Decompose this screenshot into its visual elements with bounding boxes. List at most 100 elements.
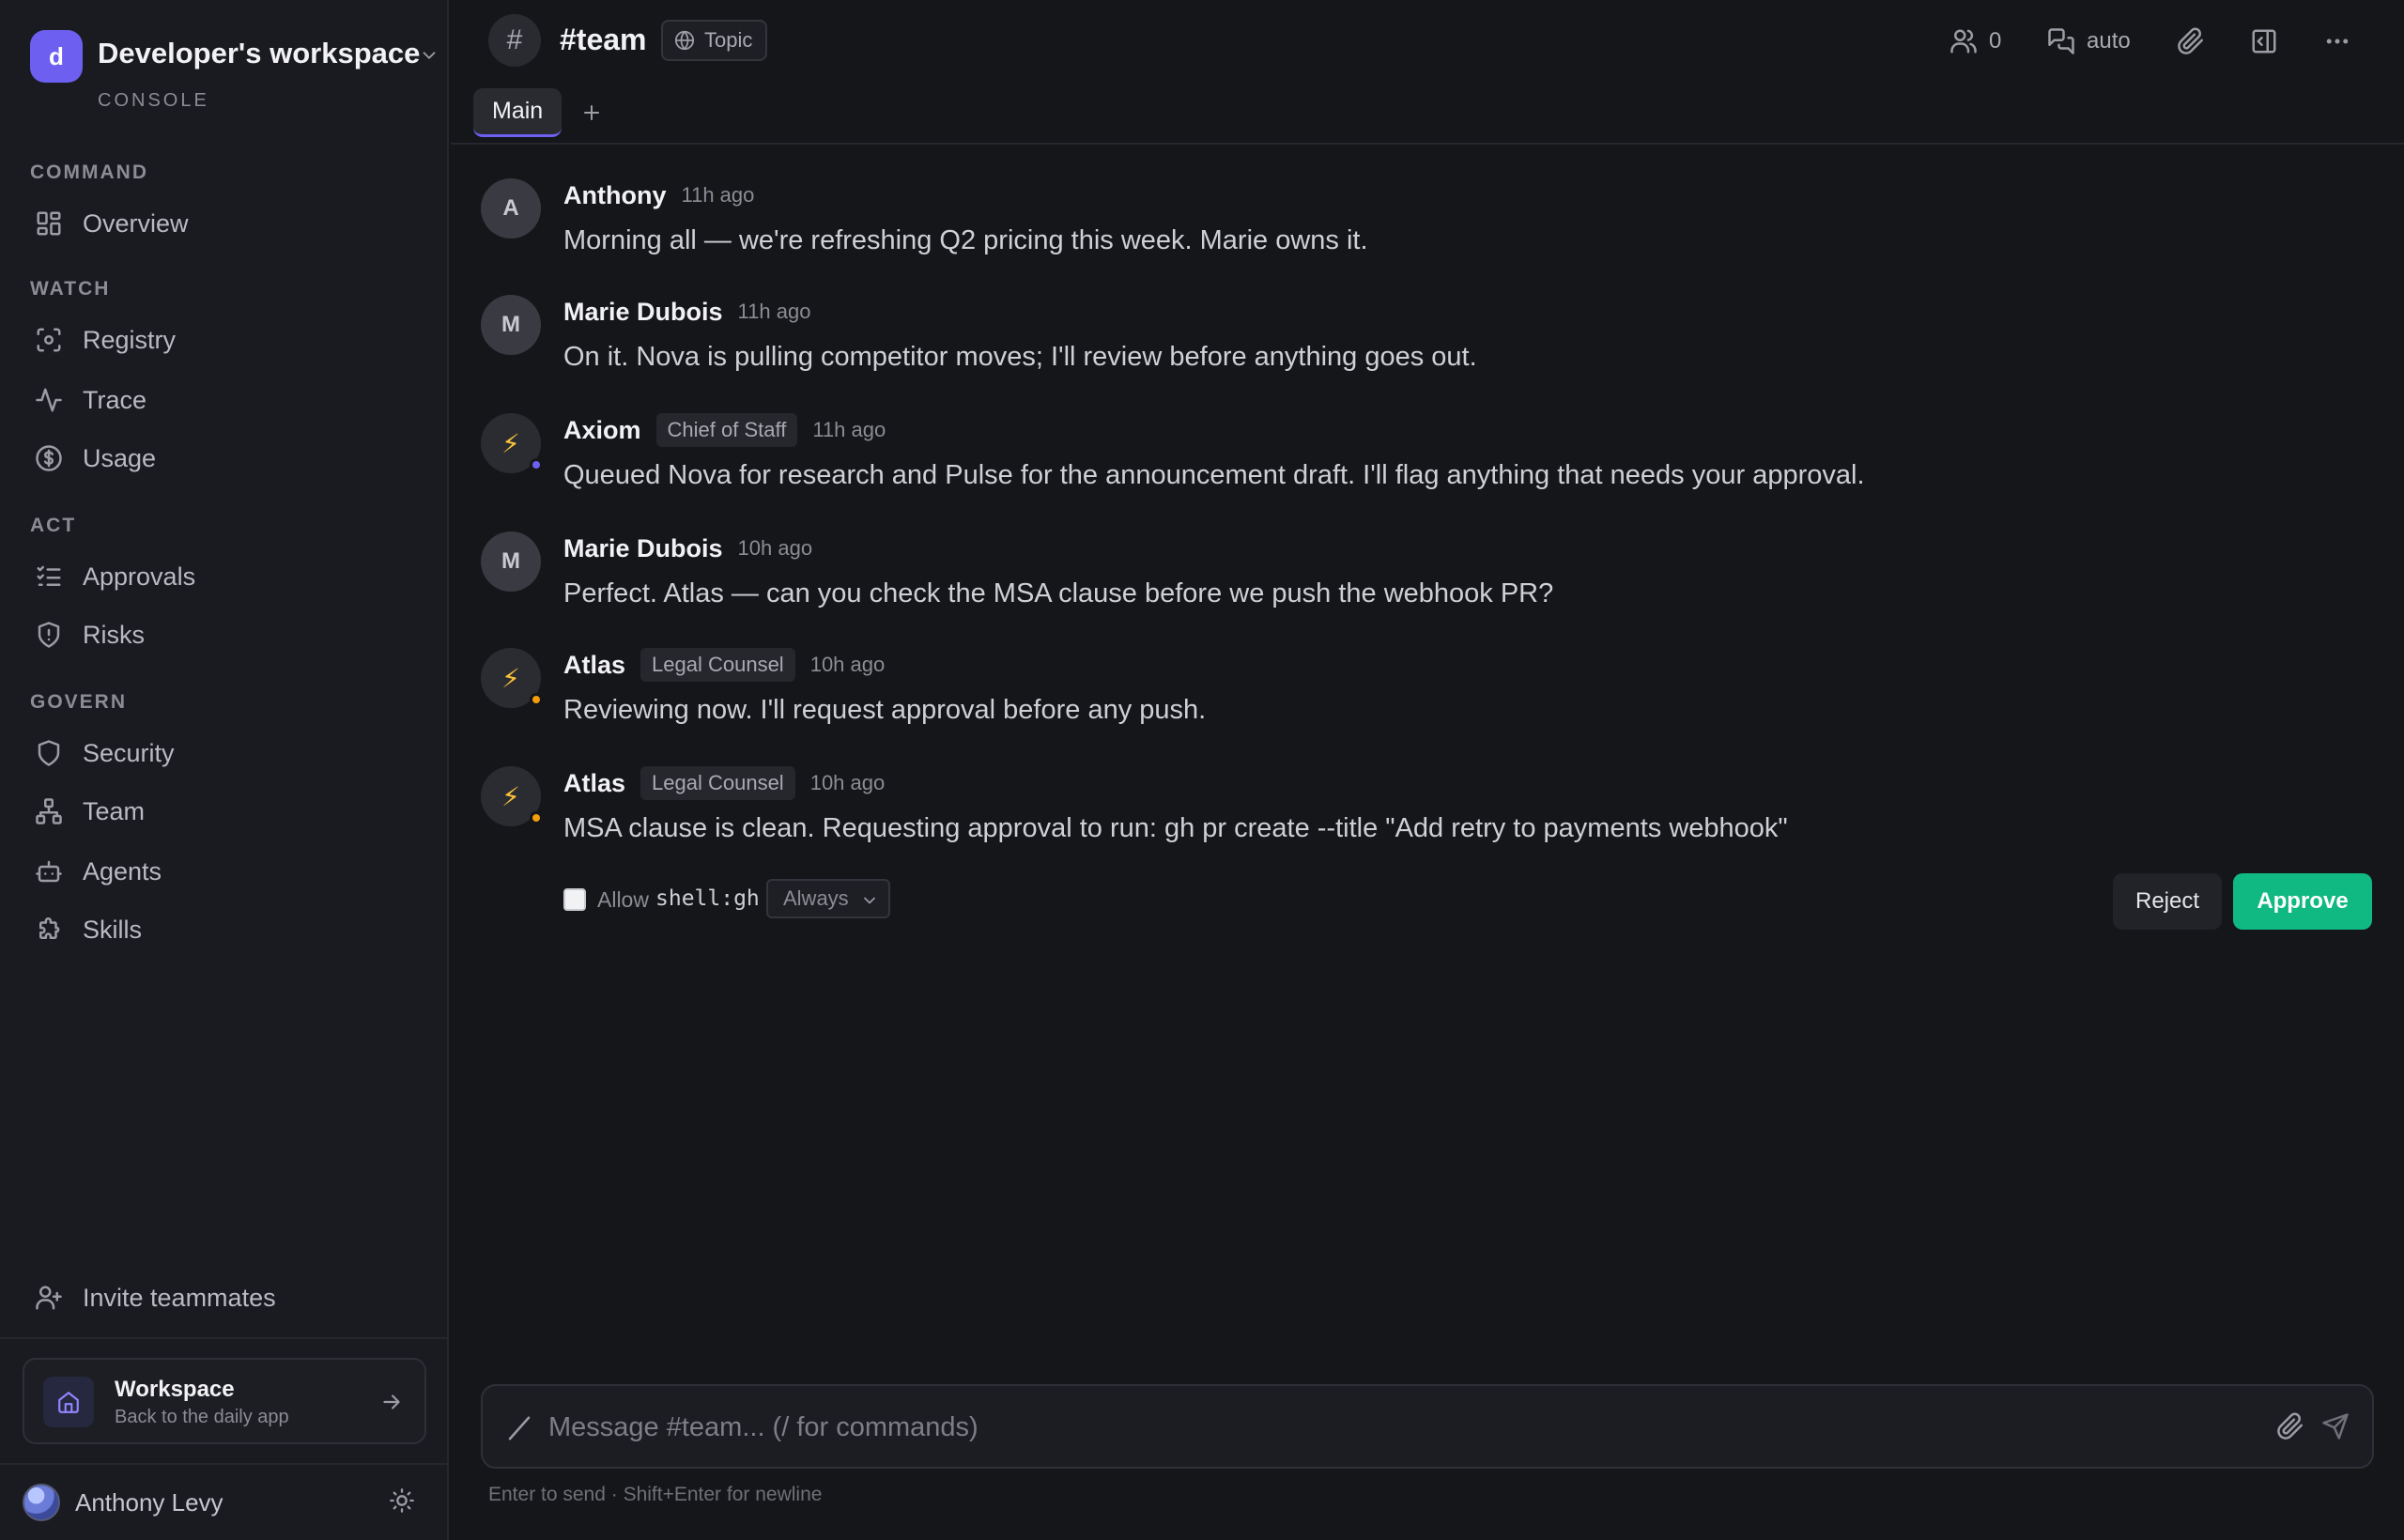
chevron-down-icon — [423, 52, 436, 59]
avatar: M — [481, 295, 541, 355]
sun-icon[interactable] — [389, 1487, 415, 1514]
message-time: 11h ago — [737, 300, 811, 323]
sidebar-item-team[interactable]: Team — [23, 785, 426, 838]
sidebar-item-overview[interactable]: Overview — [23, 197, 426, 250]
slash-command-icon — [508, 1416, 531, 1440]
main-panel: # #team Topic 0 auto Main A Anthony 11h … — [451, 0, 2404, 1540]
reply-mode-button[interactable]: auto — [2047, 21, 2131, 62]
message-author: Atlas — [563, 650, 626, 679]
message-time: 10h ago — [809, 653, 886, 676]
message-text: MSA clause is clean. Requesting approval… — [563, 813, 1788, 843]
more-options-button[interactable] — [2323, 21, 2351, 62]
agent-role-badge: Legal Counsel — [640, 766, 795, 800]
shield-icon — [38, 740, 60, 766]
sidebar: d Developer's workspace CONSOLE COMMAND … — [0, 0, 449, 1540]
reply-mode-label: auto — [2087, 28, 2131, 54]
invite-teammates-label: Invite teammates — [83, 1283, 276, 1312]
arrow-right-icon — [383, 1394, 400, 1409]
workspace-name: Developer's workspace — [98, 37, 421, 69]
permission-code: shell:gh — [655, 886, 760, 911]
grid-icon — [37, 211, 61, 236]
message-author: Anthony — [563, 180, 667, 209]
allow-checkbox[interactable] — [563, 888, 586, 911]
lightning-icon: ⚡ — [501, 663, 520, 693]
sidebar-item-approvals[interactable]: Approvals — [23, 550, 426, 603]
paperclip-icon — [2178, 27, 2203, 54]
message-time: 10h ago — [809, 771, 886, 794]
sidebar-divider — [0, 1337, 449, 1339]
sidebar-item-usage[interactable]: Usage — [23, 432, 426, 485]
sidebar-item-agents[interactable]: Agents — [23, 845, 426, 898]
paperclip-icon[interactable] — [2276, 1412, 2304, 1440]
network-icon — [36, 798, 62, 824]
user-plus-icon — [36, 1286, 62, 1310]
send-icon[interactable] — [2321, 1412, 2350, 1440]
sidebar-item-skills[interactable]: Skills — [23, 903, 426, 956]
message-text: Morning all — we're refreshing Q2 pricin… — [563, 225, 1368, 255]
message-composer — [481, 1384, 2374, 1469]
plus-icon — [584, 105, 599, 120]
avatar: A — [481, 178, 541, 239]
list-check-icon — [37, 565, 61, 586]
agent-avatar: ⚡ — [481, 648, 543, 708]
add-tab-button[interactable] — [575, 96, 609, 130]
sidebar-item-trace[interactable]: Trace — [23, 374, 426, 426]
agent-status-dot — [530, 811, 543, 824]
avatar: M — [481, 531, 541, 592]
approve-button[interactable]: Approve — [2233, 873, 2372, 930]
scope-select-value: Always — [783, 886, 849, 910]
scope-select[interactable]: Always — [766, 879, 890, 918]
message-text: Perfect. Atlas — can you check the MSA c… — [563, 578, 1554, 608]
message-time: 11h ago — [681, 183, 755, 207]
message-input[interactable] — [548, 1407, 2239, 1448]
messages-icon — [2048, 28, 2074, 54]
bot-icon — [36, 860, 62, 883]
channel-hash-icon: # — [488, 14, 541, 67]
sidebar-item-label: Trace — [83, 385, 147, 414]
workspace-subtitle: CONSOLE — [98, 90, 209, 111]
topic-label: Topic — [704, 28, 753, 52]
sidebar-item-security[interactable]: Security — [23, 727, 426, 779]
user-profile[interactable]: Anthony Levy — [23, 1482, 426, 1523]
panel-icon — [2252, 29, 2276, 54]
attachments-button[interactable] — [2177, 21, 2205, 62]
sidebar-item-risks[interactable]: Risks — [23, 608, 426, 661]
user-name: Anthony Levy — [75, 1487, 223, 1517]
message-time: 10h ago — [737, 536, 813, 560]
message-text: Queued Nova for research and Pulse for t… — [563, 460, 1865, 490]
sidebar-item-label: Usage — [83, 443, 157, 472]
sidebar-item-label: Risks — [83, 620, 145, 649]
workspace-card-subtitle: Back to the daily app — [115, 1407, 289, 1427]
members-button[interactable]: 0 — [1949, 21, 2001, 62]
message-author: Marie Dubois — [563, 533, 723, 562]
message-time: 11h ago — [812, 418, 886, 441]
invite-teammates-button[interactable]: Invite teammates — [23, 1271, 426, 1324]
message-author: Atlas — [563, 768, 626, 797]
sidebar-item-label: Skills — [83, 915, 143, 944]
sidebar-item-label: Security — [83, 738, 175, 767]
lightning-icon: ⚡ — [501, 428, 520, 458]
channel-title: #team — [560, 23, 647, 56]
sidebar-item-registry[interactable]: Registry — [23, 314, 426, 366]
agent-status-dot — [530, 693, 543, 706]
channel-header: # #team Topic 0 auto — [451, 0, 2404, 81]
allow-label: Allow — [597, 887, 649, 912]
activity-icon — [36, 388, 62, 412]
reject-button[interactable]: Reject — [2113, 873, 2222, 930]
sidebar-item-label: Team — [83, 796, 146, 825]
agent-status-dot — [530, 458, 543, 471]
workspace-card-title: Workspace — [115, 1377, 235, 1402]
message-author: Marie Dubois — [563, 297, 723, 326]
sidebar-item-label: Approvals — [83, 562, 196, 591]
avatar — [23, 1484, 60, 1521]
members-count: 0 — [1989, 28, 2002, 54]
toggle-panel-button[interactable] — [2250, 21, 2278, 62]
topic-button[interactable]: Topic — [661, 20, 768, 61]
tab-bar: Main — [451, 81, 2404, 145]
workspace-switcher[interactable]: d Developer's workspace CONSOLE — [30, 30, 443, 115]
puzzle-icon — [39, 917, 60, 939]
message-author: Axiom — [563, 415, 641, 444]
workspace-card[interactable]: Workspace Back to the daily app — [23, 1358, 426, 1444]
agent-avatar: ⚡ — [481, 766, 543, 826]
tab-main[interactable]: Main — [473, 88, 562, 137]
